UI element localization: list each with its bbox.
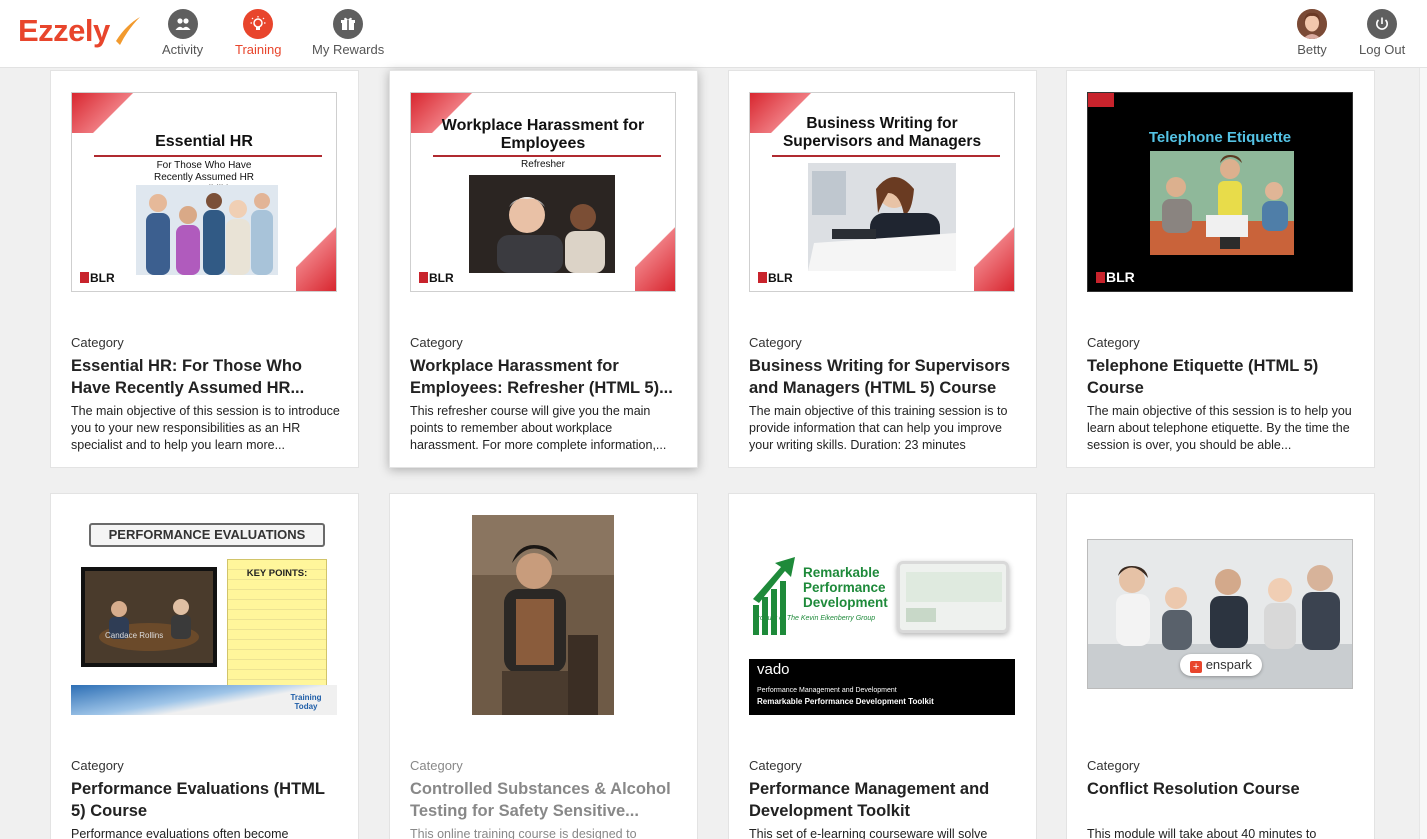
- course-description: The main objective of this session is to…: [71, 404, 340, 452]
- people-photo: [136, 185, 278, 275]
- nav-training[interactable]: Training: [235, 9, 281, 57]
- top-header: Ezzely Activity Training My Rewards Bett…: [0, 0, 1427, 68]
- thumb-title: Workplace Harassment for Employees: [441, 117, 645, 152]
- blr-logo: BLR: [419, 271, 454, 285]
- people-icon: [167, 9, 198, 39]
- thumb-subtitle: Refresher: [521, 159, 565, 170]
- phone-office-photo: [1150, 151, 1294, 255]
- gift-icon: [333, 9, 364, 39]
- tablet-preview: [897, 561, 1009, 633]
- course-title[interactable]: Conflict Resolution Course: [1087, 778, 1359, 800]
- course-title[interactable]: Business Writing for Supervisors and Man…: [749, 355, 1021, 399]
- meeting-photo: [469, 175, 615, 273]
- course-title[interactable]: Workplace Harassment for Employees: Refr…: [410, 355, 682, 399]
- course-thumbnail[interactable]: PERFORMANCE EVALUATIONS Candace Rollins …: [71, 515, 337, 715]
- blr-logo: BLR: [80, 271, 115, 285]
- avatar: [1297, 9, 1327, 39]
- course-category: Category: [71, 758, 124, 773]
- nav-activity[interactable]: Activity: [162, 9, 203, 57]
- course-description: Performance evaluations often become: [71, 827, 289, 839]
- thumb-title: Remarkable Performance Development: [803, 565, 888, 610]
- nav-user-profile[interactable]: Betty: [1297, 9, 1327, 57]
- course-card[interactable]: PERFORMANCE EVALUATIONS Candace Rollins …: [50, 493, 359, 839]
- course-thumbnail[interactable]: Business Writing for Supervisors and Man…: [749, 92, 1015, 292]
- course-category: Category: [1087, 758, 1140, 773]
- course-category: Category: [749, 335, 802, 350]
- course-card[interactable]: Business Writing for Supervisors and Man…: [728, 70, 1037, 468]
- course-card[interactable]: Essential HR For Those Who Have Recently…: [50, 70, 359, 468]
- enspark-logo: enspark: [1205, 657, 1252, 672]
- course-description: This module will take about 40 minutes t…: [1087, 827, 1317, 839]
- vado-logo: vado: [757, 661, 790, 678]
- enspark-plus-icon: +: [1190, 661, 1203, 673]
- course-title[interactable]: Essential HR: For Those Who Have Recentl…: [71, 355, 343, 399]
- logo-swoosh-icon: [116, 17, 140, 45]
- course-category: Category: [1087, 335, 1140, 350]
- course-description: This refresher course will give you the …: [410, 404, 667, 452]
- user-name-label: Betty: [1297, 42, 1327, 57]
- power-icon: [1367, 9, 1398, 39]
- thumb-title: Telephone Etiquette: [1148, 129, 1292, 146]
- course-category: Category: [71, 335, 124, 350]
- nav-my-rewards[interactable]: My Rewards: [312, 9, 384, 57]
- course-title[interactable]: Controlled Substances & Alcohol Testing …: [410, 778, 682, 822]
- course-description: The main objective of this training sess…: [749, 404, 1008, 452]
- course-title[interactable]: Telephone Etiquette (HTML 5) Course: [1087, 355, 1359, 399]
- video-caption: Candace Rollins: [105, 631, 164, 640]
- course-title[interactable]: Performance Evaluations (HTML 5) Course: [71, 778, 343, 822]
- course-thumbnail[interactable]: + enspark: [1087, 515, 1353, 715]
- enspark-badge: + enspark: [1180, 654, 1262, 676]
- worker-photo: [472, 515, 614, 715]
- course-category: Category: [749, 758, 802, 773]
- thumb-title: Essential HR: [155, 133, 253, 150]
- banner-line-2: Remarkable Performance Development Toolk…: [757, 697, 934, 706]
- course-thumbnail[interactable]: Remarkable Performance Development Produ…: [749, 515, 1015, 715]
- log-out-label: Log Out: [1359, 42, 1406, 57]
- key-points-label: KEY POINTS:: [246, 568, 308, 579]
- course-card[interactable]: Category Controlled Substances & Alcohol…: [389, 493, 698, 839]
- course-card[interactable]: Workplace Harassment for Employees Refre…: [389, 70, 698, 468]
- training-today-logo: Training Today: [290, 693, 322, 711]
- course-description: The main objective of this session is to…: [1087, 404, 1352, 452]
- course-thumbnail[interactable]: Essential HR For Those Who Have Recently…: [71, 92, 337, 292]
- writing-photo: [808, 163, 956, 271]
- vado-banner: vado Performance Management and Developm…: [749, 659, 1015, 715]
- key-points-notepad: KEY POINTS:: [227, 559, 327, 691]
- course-card[interactable]: + enspark Category Conflict Resolution C…: [1066, 493, 1375, 839]
- nav-log-out[interactable]: Log Out: [1359, 9, 1405, 57]
- nav-activity-label: Activity: [162, 42, 204, 57]
- course-description: This set of e-learning courseware will s…: [749, 827, 988, 839]
- course-thumbnail[interactable]: Telephone Etiquette BLR: [1087, 92, 1353, 292]
- course-title[interactable]: Performance Management and Development T…: [749, 778, 1021, 822]
- nav-my-rewards-label: My Rewards: [312, 42, 385, 57]
- course-category: Category: [410, 335, 463, 350]
- ezzely-logo[interactable]: Ezzely: [18, 13, 140, 49]
- course-thumbnail[interactable]: Workplace Harassment for Employees Refre…: [410, 92, 676, 292]
- nav-training-label: Training: [235, 42, 282, 57]
- course-category: Category: [410, 758, 463, 773]
- video-frame: Candace Rollins: [81, 567, 217, 667]
- conflict-meeting-photo: + enspark: [1087, 539, 1353, 689]
- lightbulb-icon: [243, 9, 274, 39]
- banner-line-1: Performance Management and Development: [757, 687, 897, 694]
- course-thumbnail[interactable]: [410, 515, 676, 715]
- growth-chart-icon: [753, 557, 795, 635]
- blr-logo: BLR: [1096, 269, 1135, 285]
- page-scrollbar[interactable]: [1419, 68, 1427, 839]
- thumb-title: PERFORMANCE EVALUATIONS: [89, 523, 325, 547]
- course-description: This online training course is designed …: [410, 827, 637, 839]
- course-card[interactable]: Telephone Etiquette BLR Category Telepho…: [1066, 70, 1375, 468]
- blr-logo: BLR: [758, 271, 793, 285]
- course-card[interactable]: Remarkable Performance Development Produ…: [728, 493, 1037, 839]
- thumb-title: Business Writing for Supervisors and Man…: [782, 115, 982, 150]
